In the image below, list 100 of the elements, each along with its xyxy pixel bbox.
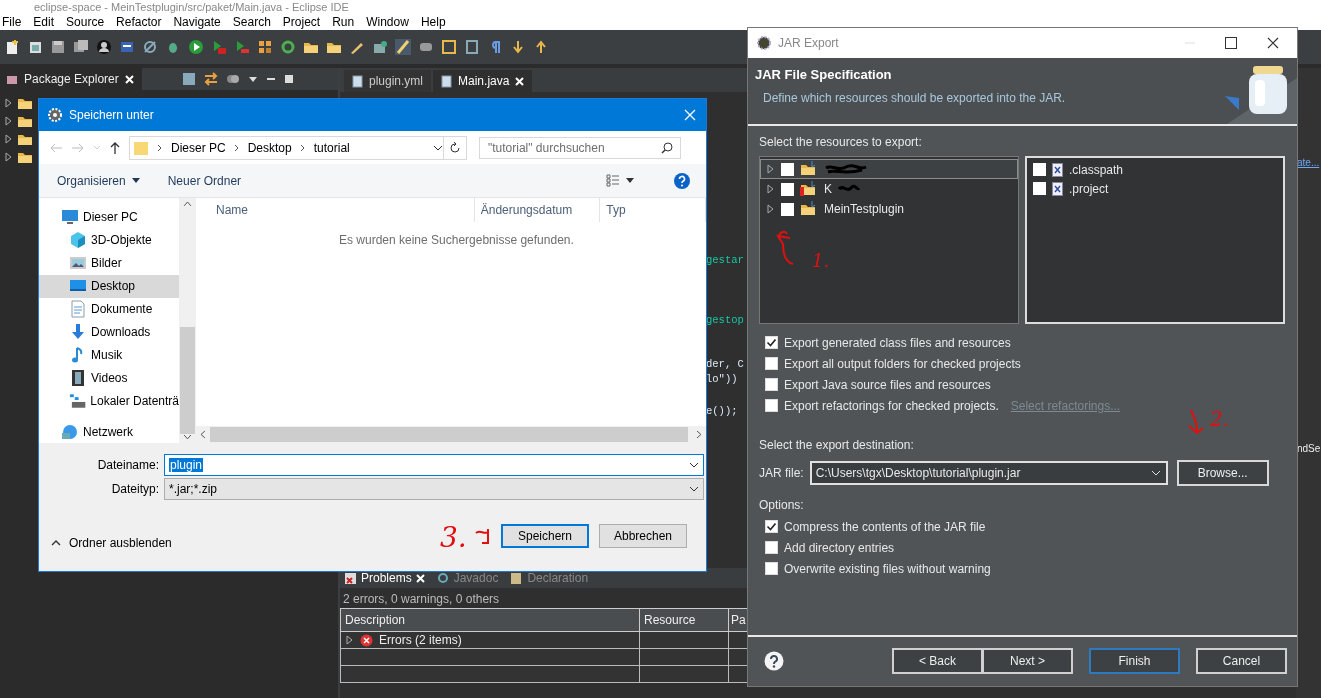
checkbox-label[interactable]: Overwrite existing files without warning xyxy=(784,561,991,576)
collapse-toggle[interactable]: Ordner ausblenden xyxy=(51,536,172,550)
grid-icon[interactable] xyxy=(257,39,273,55)
checkbox[interactable] xyxy=(765,378,778,391)
editor-tab[interactable]: plugin.yml xyxy=(344,70,432,92)
folder-item[interactable]: Dokumente xyxy=(39,297,179,321)
caret-icon[interactable] xyxy=(247,74,258,84)
cancel-button[interactable]: Abbrechen xyxy=(599,524,687,548)
checkbox-label[interactable]: Compress the contents of the JAR file xyxy=(784,519,986,534)
toolbar-button[interactable]: Organisieren xyxy=(57,173,140,188)
address-bar[interactable]: Dieser PC Desktop tutorial xyxy=(129,135,444,160)
file-list[interactable]: .classpath .project xyxy=(1025,156,1285,324)
tree-item[interactable] xyxy=(760,159,1018,179)
menu-item[interactable]: Refactor xyxy=(116,14,162,29)
list-icon[interactable] xyxy=(464,39,480,55)
checkbox[interactable] xyxy=(765,520,778,533)
maximize-icon[interactable] xyxy=(1225,37,1237,49)
list-item[interactable]: .classpath xyxy=(1027,160,1283,179)
editor-tab[interactable]: Main.java xyxy=(433,70,533,92)
save-all-icon[interactable] xyxy=(73,39,89,55)
folder-item[interactable]: Netzwerk xyxy=(39,420,179,444)
maximize-icon[interactable] xyxy=(283,74,294,84)
folder-item[interactable]: Desktop xyxy=(39,274,179,298)
menu-item[interactable]: Source xyxy=(66,14,105,29)
menu-item[interactable]: Help xyxy=(420,14,446,29)
checkbox[interactable] xyxy=(765,399,778,412)
menu-item[interactable]: Navigate xyxy=(173,14,221,29)
refresh-icon[interactable] xyxy=(280,39,296,55)
checkbox-label[interactable]: Export all output folders for checked projects xyxy=(784,356,1021,371)
expand-arrow-icon[interactable] xyxy=(345,635,354,645)
column-header[interactable]: Name xyxy=(196,198,475,222)
toolbar-button[interactable]: Neuer Ordner xyxy=(167,173,242,188)
menu-item[interactable]: Search xyxy=(232,14,271,29)
column-header[interactable]: Typ xyxy=(600,198,706,222)
link-arrows-icon[interactable] xyxy=(203,72,218,86)
save-icon[interactable] xyxy=(50,39,66,55)
refresh-button[interactable] xyxy=(444,135,467,160)
view-tab[interactable]: Problems xyxy=(344,571,425,585)
folder-item[interactable]: Videos xyxy=(39,366,179,390)
close-icon[interactable] xyxy=(1267,37,1279,49)
save-button[interactable]: Speichern xyxy=(501,524,589,548)
finish-button[interactable]: Finish xyxy=(1089,648,1180,674)
new-file-icon[interactable] xyxy=(4,39,20,55)
person-icon[interactable] xyxy=(96,39,112,55)
up-arrow-icon[interactable] xyxy=(533,39,549,55)
help-icon[interactable] xyxy=(674,172,690,189)
folder-item[interactable]: 3D-Objekte xyxy=(39,228,179,252)
back-button[interactable]: < Back xyxy=(892,648,983,674)
highlight-icon[interactable] xyxy=(395,39,411,55)
jar-file-combobox[interactable]: C:\Users\tgx\Desktop\tutorial\plugin.jar xyxy=(809,461,1168,485)
link[interactable]: ate... xyxy=(1297,157,1320,168)
down-arrow-icon[interactable] xyxy=(510,39,526,55)
menu-item[interactable]: Window xyxy=(366,14,409,29)
menu-item[interactable]: Project xyxy=(282,14,321,29)
checkbox[interactable] xyxy=(765,357,778,370)
caret-icon[interactable] xyxy=(626,178,634,183)
help-icon[interactable] xyxy=(764,651,784,671)
folder-item[interactable]: Dieser PC xyxy=(39,206,179,229)
tree-item[interactable]: K xyxy=(760,179,1018,199)
menu-item[interactable]: Run xyxy=(332,14,355,29)
checkbox-label[interactable]: Export generated class files and resources xyxy=(784,335,1011,350)
folder-item[interactable]: Musik xyxy=(39,343,179,367)
checkbox[interactable] xyxy=(765,562,778,575)
package-icon[interactable] xyxy=(372,39,388,55)
checkbox-label[interactable]: Export refactorings for checked projects. xyxy=(784,398,999,413)
checkbox[interactable] xyxy=(765,541,778,554)
folder-item[interactable]: Lokaler Datenträ xyxy=(39,389,179,413)
folder-item[interactable]: Downloads xyxy=(39,320,179,344)
run-stop-icon[interactable] xyxy=(234,39,250,55)
tree-item[interactable]: MeinTestplugin xyxy=(760,199,1018,219)
annotation-icon[interactable] xyxy=(441,39,457,55)
run-icon[interactable] xyxy=(188,39,204,55)
run-config-icon[interactable] xyxy=(211,39,227,55)
new-class-icon[interactable] xyxy=(27,39,43,55)
collapse-icon[interactable] xyxy=(181,72,196,86)
checkbox-label[interactable]: Export Java source files and resources xyxy=(784,377,991,392)
cancel-button[interactable]: Cancel xyxy=(1196,648,1287,674)
menu-item[interactable]: File xyxy=(2,14,22,29)
search-field[interactable]: "tutorial" durchsuchen xyxy=(479,136,681,159)
up-arrow-icon[interactable] xyxy=(109,140,121,155)
gear-icon xyxy=(756,35,772,51)
checkbox[interactable] xyxy=(765,336,778,349)
view-tab[interactable]: Package Explorer xyxy=(0,68,142,90)
next-button[interactable]: Next > xyxy=(982,648,1073,674)
chevron-down-icon[interactable] xyxy=(433,143,443,152)
column-header[interactable]: Description xyxy=(340,608,640,632)
file-type-dropdown[interactable]: *.jar;*.zip xyxy=(164,478,704,500)
browse-button[interactable]: Browse... xyxy=(1176,460,1269,486)
window-icon[interactable] xyxy=(119,39,135,55)
scrollbar[interactable] xyxy=(196,426,706,443)
menu-item[interactable]: Edit xyxy=(33,14,55,29)
filter-icon[interactable] xyxy=(225,72,240,86)
scrollbar[interactable] xyxy=(179,198,196,443)
column-header[interactable]: Änderungsdatum xyxy=(474,198,601,222)
list-item[interactable]: .project xyxy=(1027,179,1283,198)
view-options-icon[interactable] xyxy=(606,174,620,187)
checkbox-label[interactable]: Add directory entries xyxy=(784,540,895,555)
column-header[interactable]: Resource xyxy=(639,608,729,632)
folder-item[interactable]: Bilder xyxy=(39,251,179,275)
filename-field[interactable]: plugin xyxy=(164,454,704,476)
